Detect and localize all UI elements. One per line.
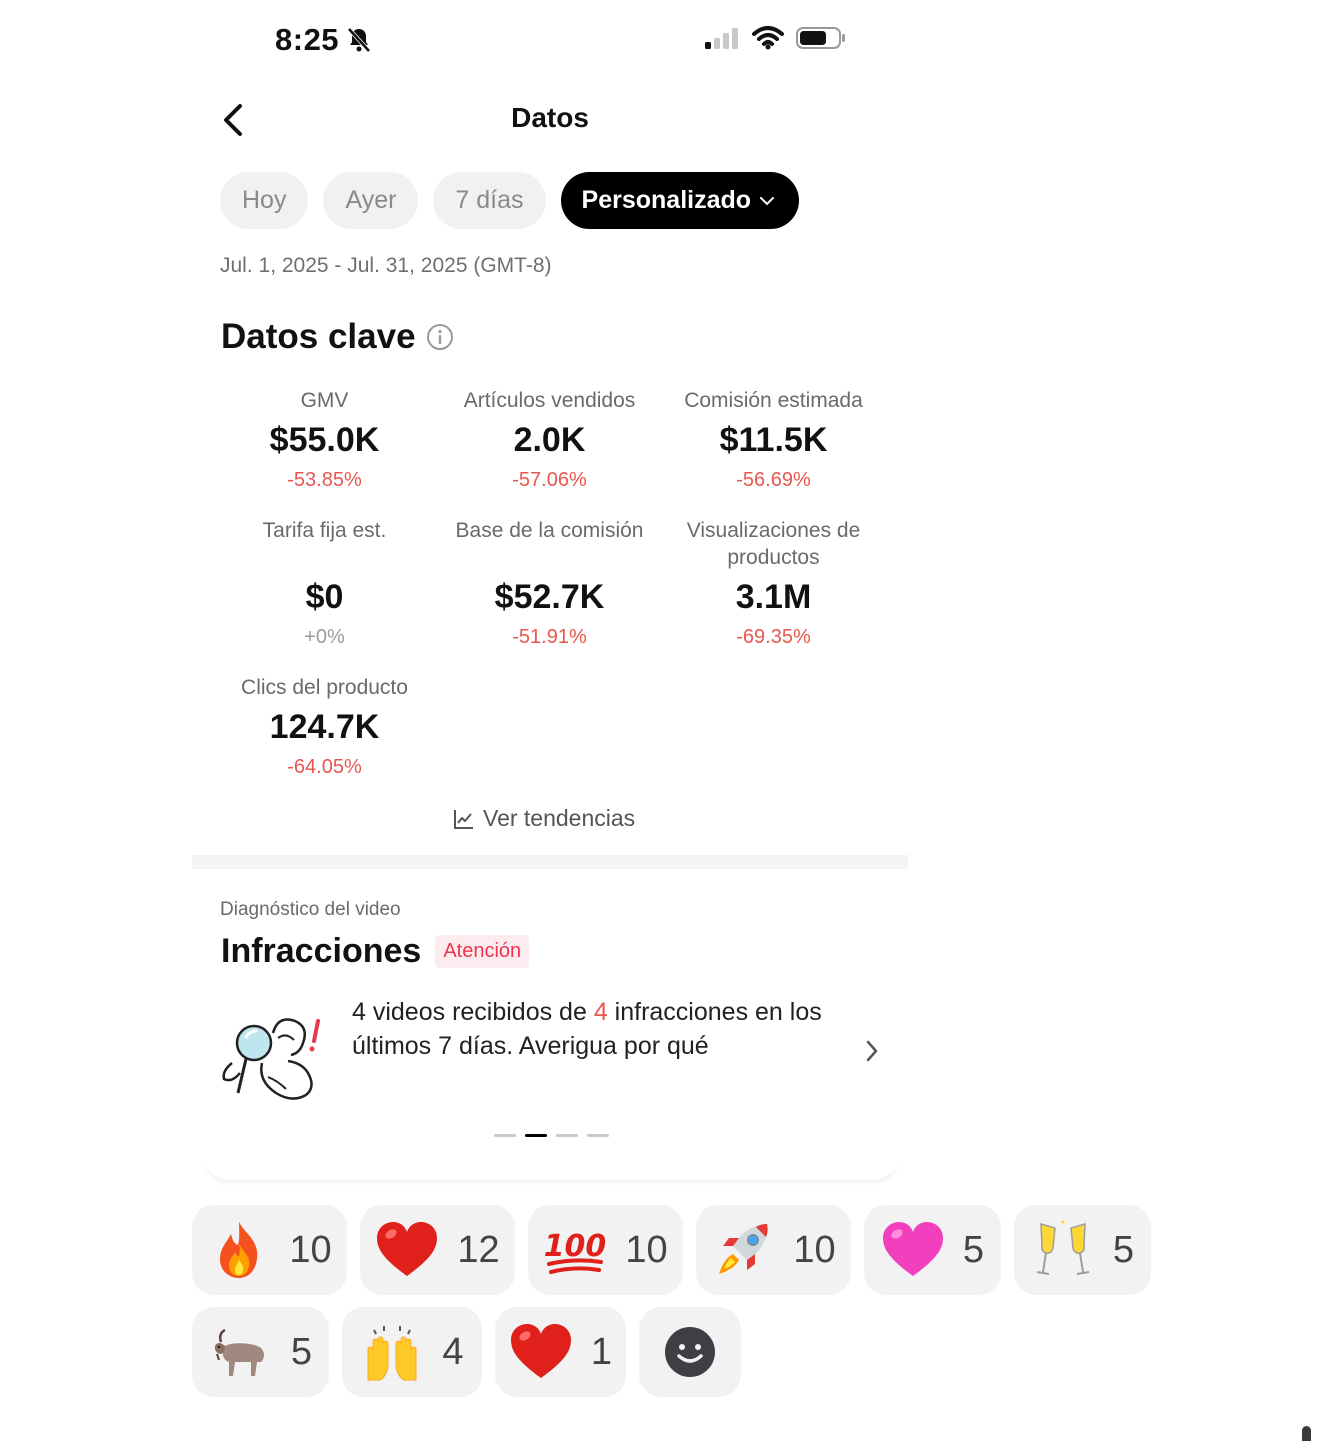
smiley-add-reaction-icon xyxy=(665,1327,715,1377)
info-icon[interactable] xyxy=(426,323,454,351)
carousel-dot[interactable] xyxy=(587,1134,609,1137)
reaction-red-heart-2[interactable]: 1 xyxy=(495,1307,626,1397)
carousel-pagination xyxy=(494,1134,609,1137)
clinking-glasses-icon xyxy=(1036,1220,1090,1275)
infractions-message: 4 videos recibidos de 4 infracciones en … xyxy=(352,995,852,1063)
metric-label: GMV xyxy=(300,389,349,412)
metric-gmv: GMV $55.0K -53.85% xyxy=(212,387,437,494)
view-trends-label: Ver tendencias xyxy=(483,805,636,831)
infractions-count: 4 xyxy=(593,998,608,1026)
metric-label: Base de la comisión xyxy=(455,519,644,542)
infractions-card[interactable]: 4 videos recibidos de 4 infracciones en … xyxy=(218,995,888,1105)
metric-change: +0% xyxy=(304,626,345,648)
tab-hoy[interactable]: Hoy xyxy=(220,172,309,229)
scrollbar[interactable] xyxy=(1302,1426,1311,1441)
metric-value: 3.1M xyxy=(735,578,812,616)
status-icons xyxy=(704,26,846,50)
metric-value: 124.7K xyxy=(269,708,380,746)
diagnosis-title: Infracciones xyxy=(221,932,422,970)
reaction-goat[interactable]: 5 xyxy=(192,1307,329,1397)
metric-articulos-vendidos: Artículos vendidos 2.0K -57.06% xyxy=(437,387,662,494)
metric-label: Visualizaciones de productos xyxy=(686,519,861,569)
key-data-heading: Datos clave xyxy=(221,317,454,357)
page-title: Datos xyxy=(511,102,589,133)
reaction-count: 5 xyxy=(1112,1228,1135,1271)
date-range: Jul. 1, 2025 - Jul. 31, 2025 (GMT-8) xyxy=(220,254,552,277)
tab-7-dias[interactable]: 7 días xyxy=(433,172,546,229)
section-divider xyxy=(192,855,908,869)
tab-ayer[interactable]: Ayer xyxy=(323,172,419,229)
reaction-count: 10 xyxy=(289,1228,332,1271)
metric-value: 2.0K xyxy=(513,421,586,459)
metric-change: -53.85% xyxy=(287,469,362,491)
metric-value: $52.7K xyxy=(494,578,605,616)
reaction-count: 4 xyxy=(442,1330,464,1373)
metric-label: Comisión estimada xyxy=(684,389,863,412)
trend-chart-icon xyxy=(454,809,473,829)
metric-value: $0 xyxy=(305,578,344,616)
status-time-text: 8:25 xyxy=(275,22,340,57)
reaction-hundred-points[interactable]: 100 10 xyxy=(528,1205,683,1295)
metric-change: -51.91% xyxy=(512,626,587,648)
infractions-text-part-1: videos recibidos de xyxy=(365,998,594,1026)
red-heart-icon xyxy=(510,1324,571,1378)
key-data-title: Datos clave xyxy=(221,317,416,356)
reaction-pink-heart[interactable]: 5 xyxy=(864,1205,1001,1295)
metric-label: Clics del producto xyxy=(241,676,408,699)
reaction-raising-hands[interactable]: 4 xyxy=(342,1307,482,1397)
metric-change: -57.06% xyxy=(512,469,587,491)
chevron-down-icon xyxy=(760,196,775,205)
cellular-signal-icon xyxy=(705,28,738,49)
raising-hands-icon xyxy=(367,1326,417,1381)
status-badge: Atención xyxy=(435,935,530,968)
metric-change: -69.35% xyxy=(736,626,811,648)
battery-icon xyxy=(796,27,845,49)
reaction-count: 5 xyxy=(962,1228,985,1271)
reaction-clinking-glasses[interactable]: 5 xyxy=(1014,1205,1151,1295)
card-bottom-edge xyxy=(203,1152,899,1180)
goat-icon xyxy=(214,1328,264,1376)
metric-comision-estimada: Comisión estimada $11.5K -56.69% xyxy=(661,387,886,494)
metric-change: -56.69% xyxy=(736,469,811,491)
hundred-points-icon: 100 xyxy=(544,1229,607,1274)
view-trends-link[interactable]: Ver tendencias xyxy=(453,805,635,832)
reaction-count: 10 xyxy=(793,1228,836,1271)
metric-label: Tarifa fija est. xyxy=(262,519,387,542)
rocket-icon xyxy=(719,1224,769,1274)
carousel-dot-active[interactable] xyxy=(525,1134,547,1137)
fire-icon xyxy=(220,1222,258,1278)
reaction-red-heart[interactable]: 12 xyxy=(360,1205,515,1295)
metric-clics-producto: Clics del producto 124.7K -64.05% xyxy=(212,674,437,781)
metric-base-comision: Base de la comisión $52.7K -51.91% xyxy=(437,517,662,651)
reaction-count: 12 xyxy=(457,1228,500,1271)
reaction-rocket[interactable]: 10 xyxy=(696,1205,851,1295)
reaction-count: 1 xyxy=(590,1330,613,1373)
tab-personalizado-label: Personalizado xyxy=(581,186,752,214)
tab-personalizado[interactable]: Personalizado xyxy=(560,172,800,229)
add-reaction-button[interactable] xyxy=(639,1307,741,1397)
diagnosis-subtitle: Diagnóstico del video xyxy=(220,899,401,920)
wifi-icon xyxy=(752,26,784,50)
metric-tarifa-fija: Tarifa fija est. $0 +0% xyxy=(212,517,437,651)
diagnosis-heading: Infracciones Atención xyxy=(221,932,530,971)
metric-visualizaciones: Visualizaciones de productos 3.1M -69.35… xyxy=(661,517,886,651)
reaction-fire[interactable]: 10 xyxy=(192,1205,347,1295)
reaction-count: 10 xyxy=(625,1228,668,1271)
magnifier-person-illustration-icon xyxy=(222,1018,320,1100)
carousel-dot[interactable] xyxy=(556,1134,578,1137)
status-time: 8:25 xyxy=(275,22,373,58)
red-heart-icon xyxy=(377,1222,438,1276)
metric-value: $55.0K xyxy=(269,421,380,459)
videos-count: 4 xyxy=(352,998,366,1026)
reaction-count: 5 xyxy=(290,1330,313,1373)
chevron-right-icon xyxy=(866,1040,878,1062)
metric-value: $11.5K xyxy=(719,421,828,459)
date-filter-tabs: Hoy Ayer 7 días Personalizado xyxy=(220,172,800,229)
metric-label: Artículos vendidos xyxy=(463,389,636,412)
carousel-dot[interactable] xyxy=(494,1134,516,1137)
metric-change: -64.05% xyxy=(287,756,362,778)
pink-heart-icon xyxy=(882,1222,943,1276)
bell-slash-icon xyxy=(347,27,371,53)
